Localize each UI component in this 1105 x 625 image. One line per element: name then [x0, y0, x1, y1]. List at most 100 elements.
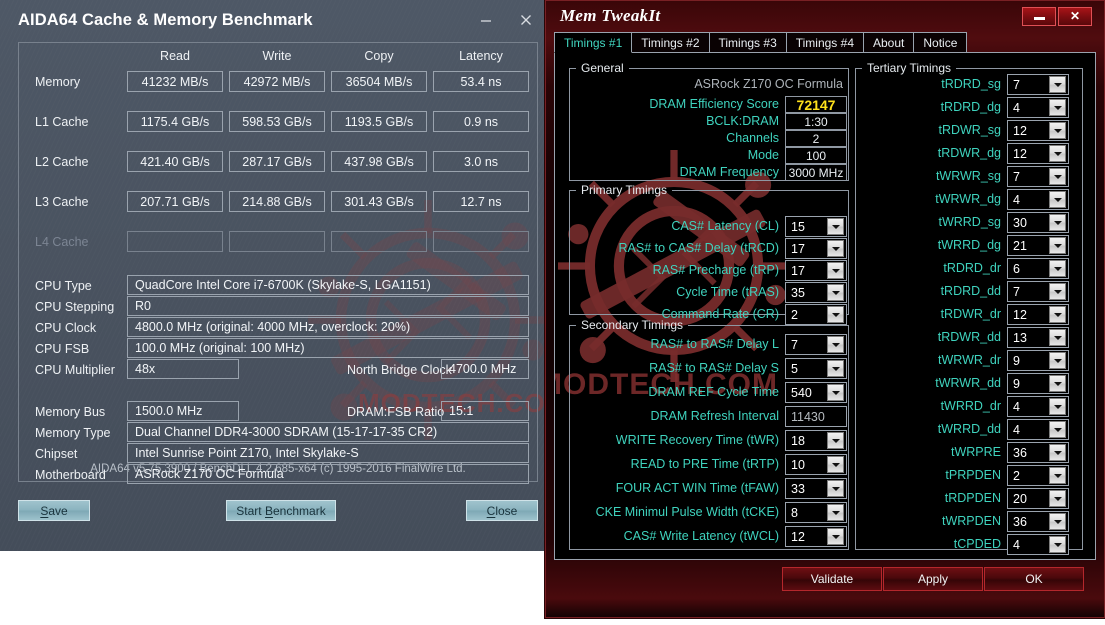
chevron-down-icon[interactable]: [1049, 283, 1066, 300]
chevron-down-icon[interactable]: [827, 262, 844, 279]
tertiary-combo-14[interactable]: 4: [1007, 396, 1069, 417]
chevron-down-icon[interactable]: [827, 284, 844, 301]
tab-timings-3[interactable]: Timings #3: [708, 32, 787, 53]
secondary-combo-5[interactable]: 10: [785, 454, 847, 475]
chevron-down-icon[interactable]: [1049, 306, 1066, 323]
chevron-down-icon[interactable]: [1049, 145, 1066, 162]
save-button[interactable]: Save: [18, 500, 90, 521]
close-icon[interactable]: ✕: [1058, 6, 1092, 26]
tertiary-combo-12[interactable]: 9: [1007, 350, 1069, 371]
combo-value: 9: [1013, 376, 1020, 391]
close-button[interactable]: Close: [466, 500, 538, 521]
primary-combo-1[interactable]: 17: [785, 238, 847, 259]
secondary-combo-8[interactable]: 12: [785, 526, 847, 547]
chevron-down-icon[interactable]: [1049, 99, 1066, 116]
tertiary-label-4: tWRWR_sg: [935, 169, 1001, 183]
tertiary-combo-11[interactable]: 13: [1007, 327, 1069, 348]
secondary-combo-6[interactable]: 33: [785, 478, 847, 499]
tertiary-combo-1[interactable]: 4: [1007, 97, 1069, 118]
tab-about[interactable]: About: [863, 32, 915, 53]
tertiary-combo-19[interactable]: 36: [1007, 511, 1069, 532]
chevron-down-icon[interactable]: [827, 306, 844, 323]
tertiary-combo-10[interactable]: 12: [1007, 304, 1069, 325]
memtweakit-body: Timings #1 Timings #2 Timings #3 Timings #4…: [554, 31, 1096, 561]
tertiary-combo-13[interactable]: 9: [1007, 373, 1069, 394]
chevron-down-icon[interactable]: [1049, 421, 1066, 438]
chevron-down-icon[interactable]: [1049, 214, 1066, 231]
chevron-down-icon[interactable]: [827, 336, 844, 353]
validate-button[interactable]: Validate: [782, 567, 882, 591]
secondary-combo-0[interactable]: 7: [785, 334, 847, 355]
chevron-down-icon[interactable]: [1049, 329, 1066, 346]
tertiary-combo-16[interactable]: 36: [1007, 442, 1069, 463]
memtweakit-window-controls: ✕: [1022, 6, 1104, 26]
chevron-down-icon[interactable]: [827, 432, 844, 449]
chevron-down-icon[interactable]: [827, 240, 844, 257]
secondary-label-2: DRAM REF Cycle Time: [648, 385, 779, 399]
bench-value-read: 207.71 GB/s: [127, 191, 223, 212]
chevron-down-icon[interactable]: [1049, 398, 1066, 415]
chevron-down-icon[interactable]: [1049, 444, 1066, 461]
tab-timings-2[interactable]: Timings #2: [631, 32, 710, 53]
chevron-down-icon[interactable]: [1049, 76, 1066, 93]
secondary-combo-2[interactable]: 540: [785, 382, 847, 403]
aida64-titlebar: AIDA64 Cache & Memory Benchmark: [0, 0, 556, 40]
tab-notice[interactable]: Notice: [913, 32, 968, 53]
chevron-down-icon[interactable]: [827, 480, 844, 497]
chevron-down-icon[interactable]: [1049, 191, 1066, 208]
chevron-down-icon[interactable]: [1049, 260, 1066, 277]
bench-value-copy: 1193.5 GB/s: [331, 111, 427, 132]
chevron-down-icon[interactable]: [1049, 237, 1066, 254]
tertiary-combo-9[interactable]: 7: [1007, 281, 1069, 302]
general-value-2: 2: [785, 130, 847, 147]
memtweakit-titlebar: Mem TweakIt ✕: [546, 1, 1104, 31]
chevron-down-icon[interactable]: [827, 218, 844, 235]
chevron-down-icon[interactable]: [1049, 122, 1066, 139]
tertiary-combo-20[interactable]: 4: [1007, 534, 1069, 555]
tab-timings-1[interactable]: Timings #1: [554, 32, 633, 53]
tertiary-combo-18[interactable]: 20: [1007, 488, 1069, 509]
chevron-down-icon[interactable]: [1049, 168, 1066, 185]
chevron-down-icon[interactable]: [1049, 352, 1066, 369]
secondary-combo-4[interactable]: 18: [785, 430, 847, 451]
minimize-icon[interactable]: [468, 6, 504, 34]
secondary-combo-7[interactable]: 8: [785, 502, 847, 523]
tertiary-combo-2[interactable]: 12: [1007, 120, 1069, 141]
tertiary-combo-3[interactable]: 12: [1007, 143, 1069, 164]
chevron-down-icon[interactable]: [1049, 467, 1066, 484]
tertiary-combo-5[interactable]: 4: [1007, 189, 1069, 210]
tertiary-combo-4[interactable]: 7: [1007, 166, 1069, 187]
secondary-combo-1[interactable]: 5: [785, 358, 847, 379]
column-header-copy: Copy: [364, 49, 394, 63]
tab-timings-4[interactable]: Timings #4: [785, 32, 864, 53]
bench-row-label: L1 Cache: [35, 115, 89, 129]
chevron-down-icon[interactable]: [1049, 536, 1066, 553]
chevron-down-icon[interactable]: [827, 456, 844, 473]
chevron-down-icon[interactable]: [1049, 375, 1066, 392]
apply-button[interactable]: Apply: [883, 567, 983, 591]
tertiary-combo-8[interactable]: 6: [1007, 258, 1069, 279]
minimize-icon[interactable]: [1022, 6, 1056, 26]
tertiary-combo-15[interactable]: 4: [1007, 419, 1069, 440]
info-label-motherboard: Motherboard: [35, 468, 106, 482]
chevron-down-icon[interactable]: [827, 360, 844, 377]
chevron-down-icon[interactable]: [827, 504, 844, 521]
chevron-down-icon[interactable]: [827, 384, 844, 401]
chevron-down-icon[interactable]: [1049, 513, 1066, 530]
start-benchmark-button[interactable]: Start Benchmark: [226, 500, 336, 521]
ok-button[interactable]: OK: [984, 567, 1084, 591]
combo-value: 20: [1013, 491, 1027, 506]
close-icon[interactable]: [508, 6, 544, 34]
chevron-down-icon[interactable]: [827, 528, 844, 545]
chevron-down-icon[interactable]: [1049, 490, 1066, 507]
primary-combo-2[interactable]: 17: [785, 260, 847, 281]
secondary-field-3[interactable]: 11430: [785, 406, 847, 427]
tertiary-combo-6[interactable]: 30: [1007, 212, 1069, 233]
tertiary-combo-17[interactable]: 2: [1007, 465, 1069, 486]
primary-combo-0[interactable]: 15: [785, 216, 847, 237]
primary-combo-3[interactable]: 35: [785, 282, 847, 303]
primary-combo-4[interactable]: 2: [785, 304, 847, 325]
tertiary-combo-0[interactable]: 7: [1007, 74, 1069, 95]
aida64-title: AIDA64 Cache & Memory Benchmark: [18, 10, 313, 29]
tertiary-combo-7[interactable]: 21: [1007, 235, 1069, 256]
